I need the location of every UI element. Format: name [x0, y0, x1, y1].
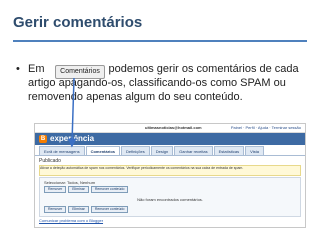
pointer-arrow-icon: [67, 77, 77, 148]
